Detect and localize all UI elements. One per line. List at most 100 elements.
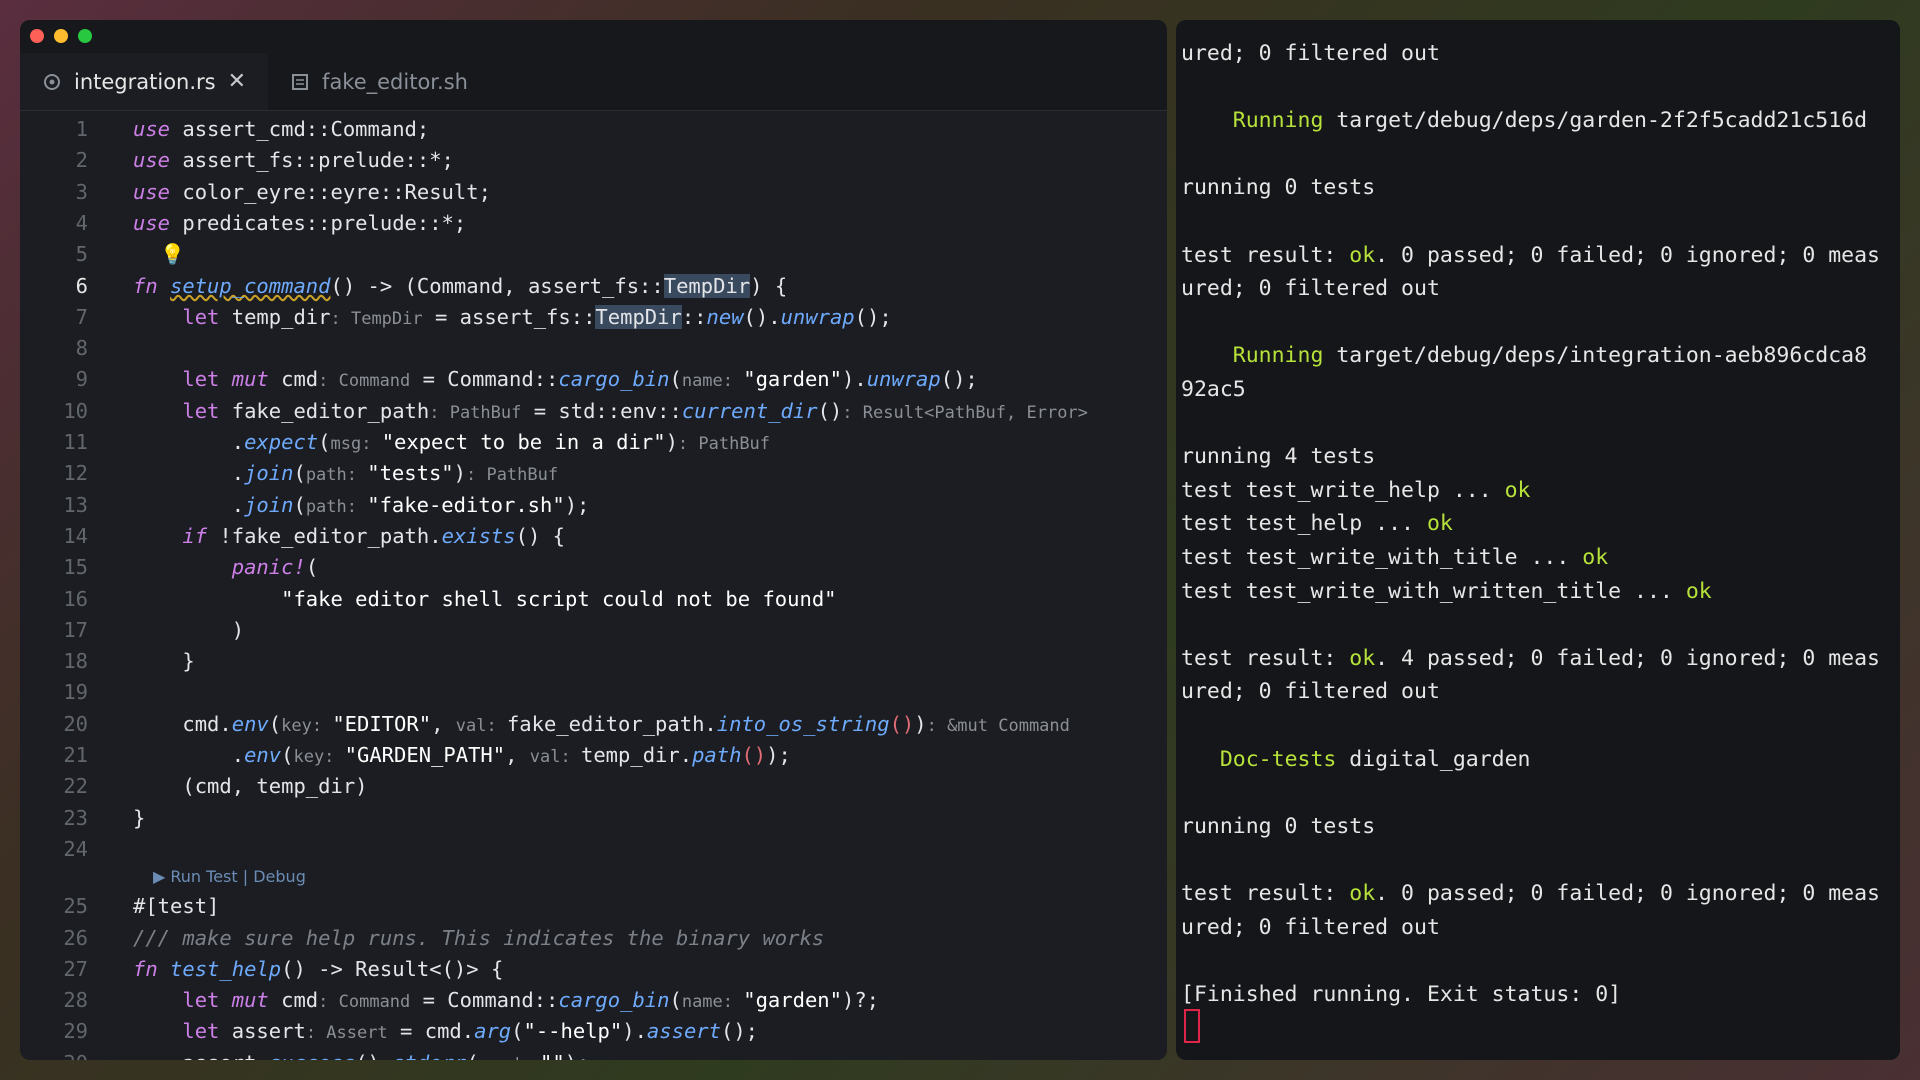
code-line[interactable]: 9 let mut cmd: Command = Command::cargo_… [20, 364, 1167, 395]
code-line[interactable]: 23} [20, 803, 1167, 834]
code-line[interactable]: 22 (cmd, temp_dir) [20, 771, 1167, 802]
code-text: (cmd, temp_dir) [133, 774, 368, 799]
code-line[interactable]: 10 let fake_editor_path: PathBuf = std::… [20, 396, 1167, 427]
line-number: 11 [63, 430, 88, 454]
editor-window: integration.rs ✕ fake_editor.sh 1 use ass… [20, 20, 1167, 1060]
code-text: /// make sure help runs. This indicates … [133, 925, 825, 950]
code-text: panic!( [231, 555, 319, 580]
code-text: } [133, 805, 146, 830]
terminal-line: [Finished running. Exit status: 0] [1181, 981, 1622, 1007]
code-text: "fake editor shell script could not be f… [281, 586, 837, 611]
code-editor[interactable]: 1 use assert_cmd::Command; 2 use assert_fs:… [20, 114, 1167, 1060]
line-number: 26 [63, 925, 88, 950]
line-number: 23 [63, 805, 88, 830]
code-line[interactable]: 24 [20, 834, 1167, 865]
code-line[interactable]: 16 "fake editor shell script could not b… [20, 584, 1167, 615]
line-number: 15 [63, 555, 88, 580]
line-number: 25 [63, 894, 88, 919]
code-text: use predicates::prelude::*; [133, 210, 467, 235]
code-line[interactable]: 15 panic!( [20, 552, 1167, 583]
code-line[interactable]: 29 let assert: Assert = cmd.arg("--help"… [20, 1016, 1167, 1047]
code-text: #[test] [133, 894, 220, 919]
file-icon [292, 73, 309, 90]
terminal-window[interactable]: ured; 0 filtered out Running target/debu… [1176, 20, 1900, 1060]
line-number: 7 [75, 304, 88, 329]
tab-integration-rs[interactable]: integration.rs ✕ [20, 53, 269, 110]
code-line[interactable]: 19 [20, 677, 1167, 708]
terminal-line: running 4 tests [1181, 444, 1376, 470]
terminal-line: ured; 0 filtered out [1181, 679, 1440, 705]
code-line[interactable]: 14 if !fake_editor_path.exists() { [20, 521, 1167, 552]
terminal-line: ured; 0 filtered out [1181, 914, 1440, 940]
line-number: 17 [63, 617, 88, 642]
line-number: 27 [63, 956, 88, 981]
code-line[interactable]: 21 .env(key: "GARDEN_PATH", val: temp_di… [20, 740, 1167, 771]
code-line[interactable]: 2 use assert_fs::prelude::*; [20, 145, 1167, 176]
tab-label: fake_editor.sh [322, 69, 468, 94]
line-number: 13 [63, 492, 88, 517]
terminal-line: 92ac5 [1181, 377, 1246, 402]
line-number: 8 [75, 336, 88, 361]
line-number: 16 [63, 586, 88, 611]
tab-fake-editor-sh[interactable]: fake_editor.sh [268, 53, 490, 110]
code-text: let fake_editor_path: PathBuf = std::env… [182, 398, 1088, 423]
code-line[interactable]: 17 ) [20, 615, 1167, 646]
terminal-line: Doc-tests digital_garden [1219, 746, 1531, 772]
code-line[interactable]: 28 let mut cmd: Command = Command::cargo… [20, 985, 1167, 1016]
line-number: 6 [75, 273, 88, 298]
terminal-line: Running target/debug/deps/integration-ae… [1232, 343, 1868, 369]
code-text: } [133, 649, 195, 674]
code-text: .expect(msg: "expect to be in a dir"): P… [133, 430, 771, 454]
code-line[interactable]: 12 .join(path: "tests"): PathBuf [20, 458, 1167, 489]
code-line[interactable]: 27 fn test_help() -> Result<()> { [20, 954, 1167, 985]
code-line[interactable]: 6 fn setup_command() -> (Command, assert_… [20, 271, 1167, 302]
terminal-line: running 0 tests [1181, 813, 1376, 839]
lightbulb-icon[interactable]: 💡 [160, 239, 185, 270]
code-line[interactable]: 3 use color_eyre::eyre::Result; [20, 177, 1167, 208]
close-icon[interactable]: ✕ [228, 69, 246, 94]
code-line[interactable]: 4 use predicates::prelude::*; [20, 208, 1167, 239]
code-line[interactable]: 18 } [20, 646, 1167, 677]
code-text: cmd.env(key: "EDITOR", val: fake_editor_… [133, 711, 1070, 736]
terminal-line: test test_write_help ... ok [1181, 477, 1531, 503]
line-number: 3 [75, 179, 88, 204]
code-line[interactable]: 13 .join(path: "fake-editor.sh"); [20, 490, 1167, 521]
terminal-line: test test_help ... ok [1181, 511, 1453, 537]
window-minimize-button[interactable] [54, 29, 68, 43]
window-close-button[interactable] [30, 29, 44, 43]
terminal-line: ured; 0 filtered out [1181, 276, 1440, 302]
code-line[interactable]: 26 /// make sure help runs. This indicate… [20, 923, 1167, 954]
code-text: .join(path: "tests"): PathBuf [133, 461, 559, 486]
line-number: 2 [75, 148, 88, 173]
tab-label: integration.rs [74, 69, 216, 94]
line-number: 12 [63, 461, 88, 486]
code-line[interactable]: 11 .expect(msg: "expect to be in a dir")… [20, 427, 1167, 458]
code-line[interactable]: 5 💡 [20, 239, 1167, 270]
line-number: 18 [63, 649, 88, 674]
terminal-line: test test_write_with_written_title ... o… [1181, 578, 1712, 604]
editor-titlebar: integration.rs ✕ fake_editor.sh [20, 20, 1167, 111]
code-line[interactable]: 25 #[test] [20, 891, 1167, 922]
code-text: let temp_dir: TempDir = assert_fs::TempD… [182, 304, 892, 329]
code-text: assert.success().stderr(pred: ""); [133, 1048, 589, 1060]
line-number: 21 [63, 743, 88, 767]
code-text: let assert: Assert = cmd.arg("--help").a… [182, 1019, 759, 1044]
run-test-codelens[interactable]: ▶ Run Test | Debug [153, 867, 306, 889]
code-line[interactable]: 7 let temp_dir: TempDir = assert_fs::Tem… [20, 302, 1167, 333]
line-number: 5 [75, 242, 88, 267]
line-number: 20 [63, 711, 88, 736]
code-text: use color_eyre::eyre::Result; [133, 179, 491, 204]
line-number: 4 [75, 210, 88, 235]
line-number: 14 [63, 523, 88, 548]
terminal-line: test result: ok. 4 passed; 0 failed; 0 i… [1181, 645, 1880, 671]
terminal-line: test result: ok. 0 passed; 0 failed; 0 i… [1181, 881, 1880, 906]
code-line[interactable]: 30 assert.success().stderr(pred: ""); [20, 1048, 1167, 1060]
code-line[interactable]: 20 cmd.env(key: "EDITOR", val: fake_edit… [20, 709, 1167, 740]
code-line[interactable]: 1 use assert_cmd::Command; [20, 114, 1167, 145]
line-number: 22 [63, 774, 88, 799]
line-number: 28 [63, 988, 88, 1013]
terminal-line: running 0 tests [1181, 175, 1376, 201]
code-text: let mut cmd: Command = Command::cargo_bi… [182, 988, 880, 1013]
window-maximize-button[interactable] [78, 29, 92, 43]
code-line[interactable]: 8 [20, 333, 1167, 364]
